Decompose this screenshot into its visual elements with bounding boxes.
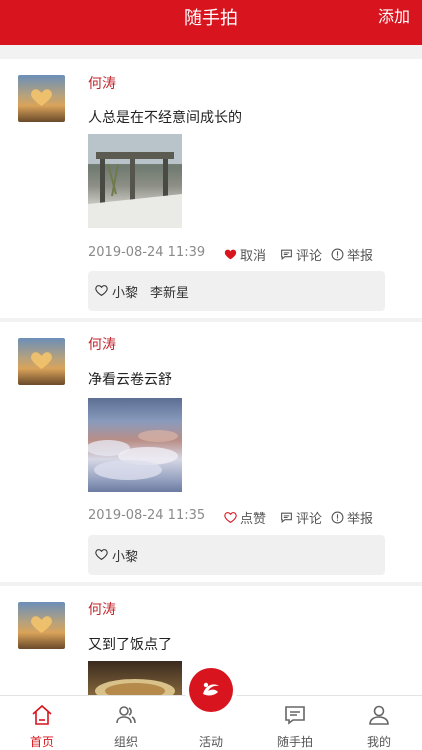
post-meta: 2019-08-24 11:39 取消 评论 举报 [88, 245, 386, 265]
post-text: 又到了饭点了 [88, 637, 172, 653]
liker-name[interactable]: 小黎 [112, 282, 138, 301]
logo-circle [189, 668, 233, 712]
post-text: 净看云卷云舒 [88, 372, 172, 388]
food-photo [95, 679, 175, 695]
post-feed[interactable]: 何涛 人总是在不经意间成长的 2019-08-24 11:39 取消 评论 举报… [0, 45, 422, 695]
comment-button[interactable]: 评论 [280, 508, 322, 527]
avatar[interactable] [18, 602, 65, 649]
heart-hands-icon [31, 352, 52, 369]
comment-button[interactable]: 评论 [280, 245, 322, 264]
post-text: 人总是在不经意间成长的 [88, 110, 242, 126]
tab-label: 组织 [113, 735, 138, 749]
report-icon [331, 248, 344, 261]
likers-box: 小黎 [88, 535, 385, 575]
report-button[interactable]: 举报 [331, 245, 373, 264]
page-title: 随手拍 [184, 8, 238, 29]
heart-outline-icon [95, 285, 108, 297]
report-icon [331, 511, 344, 524]
unlike-button[interactable]: 取消 [224, 245, 266, 264]
tab-organization[interactable]: 组织 [96, 696, 156, 750]
post-photo[interactable] [88, 398, 182, 492]
message-icon [285, 706, 305, 725]
comment-icon [281, 512, 292, 523]
tab-label: 活动 [198, 735, 223, 749]
heart-outline-icon [224, 512, 237, 524]
post-time: 2019-08-24 11:35 [88, 508, 206, 523]
clouds-photo [88, 430, 178, 480]
like-label: 点赞 [240, 512, 267, 527]
comment-icon [281, 249, 292, 260]
pavilion-photo [88, 134, 182, 228]
logo-badge [203, 682, 219, 696]
post-author[interactable]: 何涛 [88, 334, 116, 354]
heart-outline-icon [95, 549, 108, 561]
avatar[interactable] [18, 338, 65, 385]
liker-name[interactable]: 李新星 [150, 282, 189, 301]
liker-name[interactable]: 小黎 [112, 546, 138, 565]
report-label: 举报 [347, 249, 374, 264]
post-author[interactable]: 何涛 [88, 599, 116, 619]
heart-hands-icon [31, 616, 52, 633]
report-label: 举报 [347, 512, 374, 527]
unlike-label: 取消 [240, 249, 267, 264]
comment-label: 评论 [296, 512, 323, 527]
avatar[interactable] [18, 75, 65, 122]
tab-label: 我的 [366, 735, 391, 749]
comment-label: 评论 [296, 249, 323, 264]
likers-box: 小黎 李新星 [88, 271, 385, 311]
heart-hands-icon [31, 89, 52, 106]
add-button[interactable]: 添加 [378, 0, 410, 34]
tab-profile[interactable]: 我的 [349, 696, 409, 750]
like-button[interactable]: 点赞 [224, 508, 266, 527]
top-bar: 随手拍 添加 [0, 0, 422, 45]
post-card: 何涛 人总是在不经意间成长的 2019-08-24 11:39 取消 评论 举报… [0, 59, 422, 318]
tab-label: 随手拍 [276, 735, 313, 749]
report-button[interactable]: 举报 [331, 508, 373, 527]
tab-snapshot[interactable]: 随手拍 [265, 696, 325, 750]
post-author[interactable]: 何涛 [88, 73, 116, 93]
post-card: 何涛 净看云卷云舒 2019-08-24 11:35 点赞 评论 举报 小黎 [0, 322, 422, 582]
post-photo[interactable] [88, 661, 182, 695]
activity-logo-button[interactable] [187, 666, 235, 714]
tab-label: 首页 [29, 735, 54, 749]
people-icon [116, 706, 136, 724]
home-icon [32, 704, 52, 725]
post-photo[interactable] [88, 134, 182, 228]
post-meta: 2019-08-24 11:35 点赞 评论 举报 [88, 508, 386, 528]
user-icon [369, 705, 389, 725]
heart-filled-icon [224, 249, 237, 260]
tab-home[interactable]: 首页 [12, 696, 72, 750]
post-time: 2019-08-24 11:39 [88, 245, 206, 260]
